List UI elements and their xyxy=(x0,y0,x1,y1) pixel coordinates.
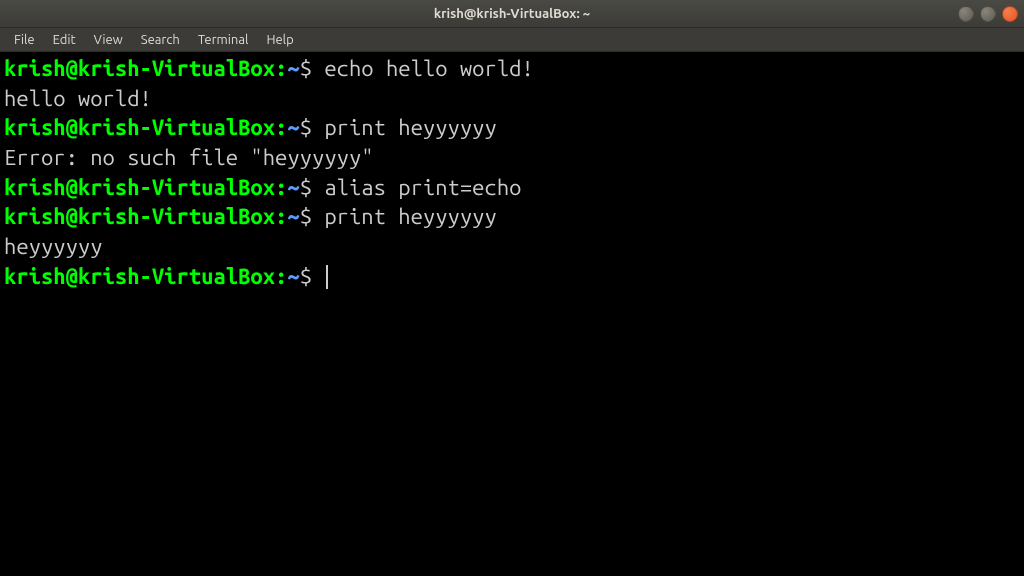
output-text: hello world! xyxy=(4,86,152,111)
maximize-icon[interactable] xyxy=(980,6,996,22)
prompt-path: ~ xyxy=(287,56,299,81)
prompt-sigil: $ xyxy=(300,56,325,81)
command-text: echo hello world! xyxy=(324,56,533,81)
prompt-line: krish@krish-VirtualBox:~$ print heyyyyyy xyxy=(4,113,1020,143)
terminal-body[interactable]: krish@krish-VirtualBox:~$ echo hello wor… xyxy=(0,52,1024,576)
menu-view[interactable]: View xyxy=(86,31,131,49)
prompt-user-host: krish@krish-VirtualBox xyxy=(4,204,275,229)
menu-terminal[interactable]: Terminal xyxy=(190,31,257,49)
menubar: File Edit View Search Terminal Help xyxy=(0,28,1024,52)
output-line: Error: no such file "heyyyyyy" xyxy=(4,143,1020,173)
prompt-line: krish@krish-VirtualBox:~$ print heyyyyyy xyxy=(4,202,1020,232)
cursor-icon xyxy=(326,265,328,289)
minimize-icon[interactable] xyxy=(958,6,974,22)
close-icon[interactable] xyxy=(1002,6,1018,22)
prompt-sigil: $ xyxy=(300,264,325,289)
prompt-separator: : xyxy=(275,204,287,229)
command-text: print heyyyyyy xyxy=(324,115,496,140)
output-text: heyyyyyy xyxy=(4,234,103,259)
output-line: hello world! xyxy=(4,84,1020,114)
prompt-user-host: krish@krish-VirtualBox xyxy=(4,115,275,140)
window-title: krish@krish-VirtualBox: ~ xyxy=(434,7,590,21)
menu-file[interactable]: File xyxy=(6,31,43,49)
prompt-sigil: $ xyxy=(300,175,325,200)
window-controls xyxy=(958,6,1018,22)
output-text: Error: no such file "heyyyyyy" xyxy=(4,145,374,170)
prompt-separator: : xyxy=(275,264,287,289)
menu-search[interactable]: Search xyxy=(133,31,188,49)
prompt-sigil: $ xyxy=(300,204,325,229)
command-text: alias print=echo xyxy=(324,175,521,200)
prompt-separator: : xyxy=(275,175,287,200)
output-line: heyyyyyy xyxy=(4,232,1020,262)
prompt-line: krish@krish-VirtualBox:~$ echo hello wor… xyxy=(4,54,1020,84)
prompt-user-host: krish@krish-VirtualBox xyxy=(4,56,275,81)
prompt-user-host: krish@krish-VirtualBox xyxy=(4,175,275,200)
prompt-line: krish@krish-VirtualBox:~$ alias print=ec… xyxy=(4,173,1020,203)
prompt-path: ~ xyxy=(287,204,299,229)
menu-help[interactable]: Help xyxy=(258,31,301,49)
prompt-path: ~ xyxy=(287,175,299,200)
prompt-path: ~ xyxy=(287,115,299,140)
command-text: print heyyyyyy xyxy=(324,204,496,229)
prompt-sigil: $ xyxy=(300,115,325,140)
terminal-window: krish@krish-VirtualBox: ~ File Edit View… xyxy=(0,0,1024,576)
menu-edit[interactable]: Edit xyxy=(45,31,84,49)
titlebar[interactable]: krish@krish-VirtualBox: ~ xyxy=(0,0,1024,28)
prompt-user-host: krish@krish-VirtualBox xyxy=(4,264,275,289)
prompt-path: ~ xyxy=(287,264,299,289)
prompt-separator: : xyxy=(275,56,287,81)
prompt-line: krish@krish-VirtualBox:~$ xyxy=(4,262,1020,292)
prompt-separator: : xyxy=(275,115,287,140)
